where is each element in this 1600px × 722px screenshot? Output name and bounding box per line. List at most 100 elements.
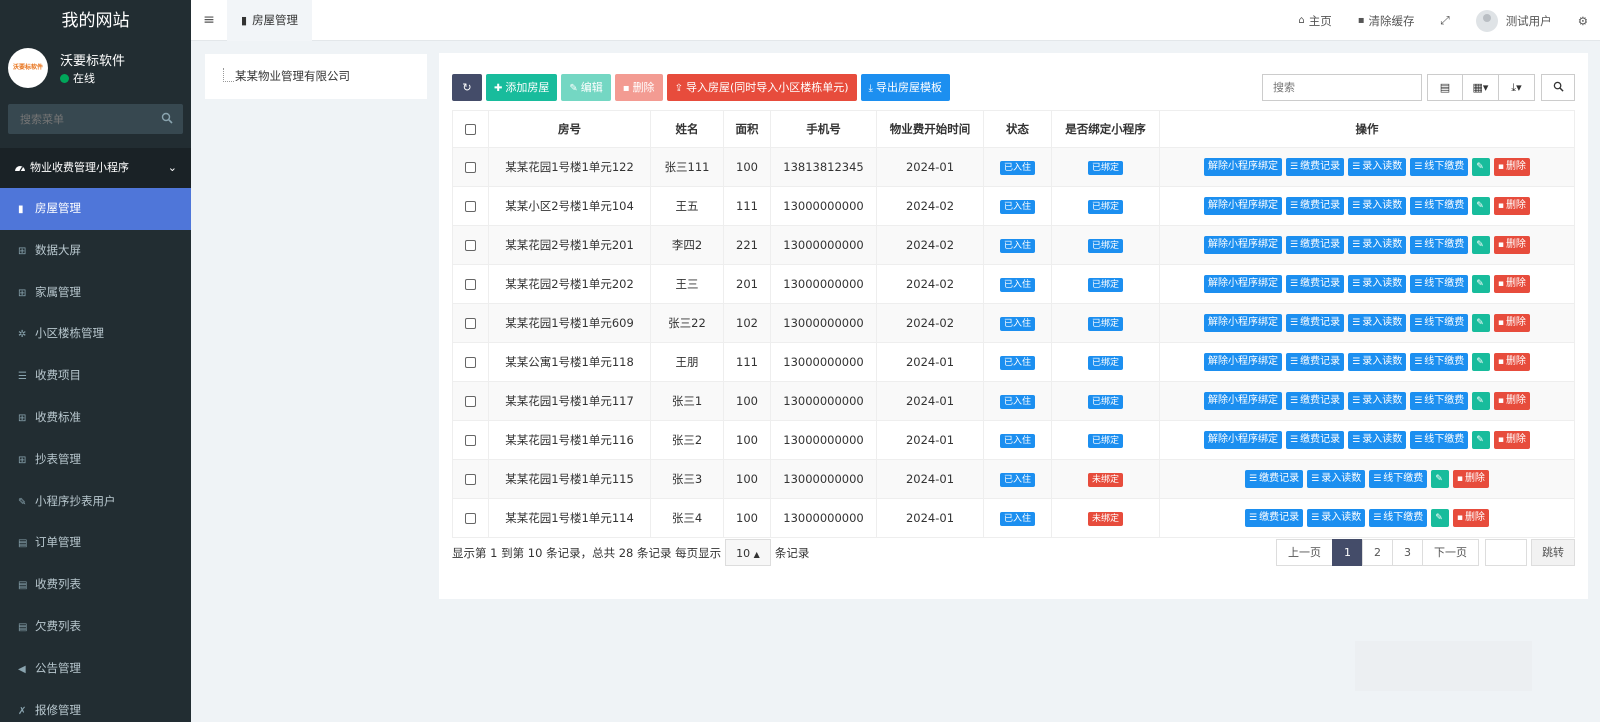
row-edit-button[interactable]: ✎ [1472, 197, 1490, 215]
row-edit-button[interactable]: ✎ [1431, 470, 1449, 488]
unbind-button[interactable]: 解除小程序绑定 [1204, 392, 1283, 410]
pay-record-button[interactable]: ☰ 缴费记录 [1286, 353, 1345, 371]
offline-pay-button[interactable]: ☰ 线下缴费 [1369, 470, 1428, 488]
row-checkbox[interactable] [465, 357, 476, 368]
table-row[interactable]: 某某花园1号楼1单元114 张三4 100 13000000000 2024-01 已入住… [452, 498, 1575, 538]
offline-pay-button[interactable]: ☰ 线下缴费 [1410, 158, 1469, 176]
meter-reading-button[interactable]: ☰ 录入读数 [1348, 314, 1407, 332]
unbind-button[interactable]: 解除小程序绑定 [1204, 197, 1283, 215]
table-row[interactable]: 某某花园2号楼1单元202 王三 201 13000000000 2024-02 已入住 已… [452, 264, 1575, 304]
header-start[interactable]: 物业费开始时间 [876, 110, 984, 148]
row-checkbox[interactable] [465, 513, 476, 524]
sidebar-item-11[interactable]: ◀ 公告管理 [0, 648, 191, 690]
row-delete-button[interactable]: ▪ 删除 [1452, 509, 1489, 527]
sidebar-item-4[interactable]: ☰ 收费项目 [0, 355, 191, 397]
row-checkbox[interactable] [465, 240, 476, 251]
offline-pay-button[interactable]: ☰ 线下缴费 [1410, 314, 1469, 332]
search-icon[interactable] [161, 112, 173, 124]
menu-group-header[interactable]: 物业收费管理小程序 ⌄ [0, 148, 191, 188]
pay-record-button[interactable]: ☰ 缴费记录 [1286, 158, 1345, 176]
meter-reading-button[interactable]: ☰ 录入读数 [1348, 158, 1407, 176]
meter-reading-button[interactable]: ☰ 录入读数 [1348, 236, 1407, 254]
row-edit-button[interactable]: ✎ [1472, 392, 1490, 410]
offline-pay-button[interactable]: ☰ 线下缴费 [1369, 509, 1428, 527]
delete-button[interactable]: ▪ 删除 [614, 74, 663, 101]
table-search-input[interactable] [1262, 74, 1422, 101]
add-house-button[interactable]: ✚ 添加房屋 [486, 74, 558, 101]
offline-pay-button[interactable]: ☰ 线下缴费 [1410, 353, 1469, 371]
pay-record-button[interactable]: ☰ 缴费记录 [1286, 392, 1345, 410]
jump-button[interactable]: 跳转 [1531, 539, 1575, 566]
row-delete-button[interactable]: ▪ 删除 [1493, 431, 1530, 449]
row-checkbox[interactable] [465, 396, 476, 407]
pay-record-button[interactable]: ☰ 缴费记录 [1245, 470, 1304, 488]
row-edit-button[interactable]: ✎ [1472, 353, 1490, 371]
menu-toggle-icon[interactable]: ≡ [191, 0, 227, 41]
unbind-button[interactable]: 解除小程序绑定 [1204, 431, 1283, 449]
offline-pay-button[interactable]: ☰ 线下缴费 [1410, 392, 1469, 410]
import-button[interactable]: ⇪ 导入房屋(同时导入小区楼栋单元) [666, 74, 857, 101]
row-delete-button[interactable]: ▪ 删除 [1493, 197, 1530, 215]
table-row[interactable]: 某某花园2号楼1单元201 李四2 221 13000000000 2024-02 已入住… [452, 225, 1575, 265]
menu-search-input[interactable] [8, 104, 183, 134]
row-checkbox[interactable] [465, 474, 476, 485]
table-row[interactable]: 某某小区2号楼1单元104 王五 111 13000000000 2024-02 已入住 已… [452, 186, 1575, 226]
pay-record-button[interactable]: ☰ 缴费记录 [1286, 236, 1345, 254]
row-edit-button[interactable]: ✎ [1472, 431, 1490, 449]
prev-page-button[interactable]: 上一页 [1276, 539, 1333, 566]
meter-reading-button[interactable]: ☰ 录入读数 [1348, 392, 1407, 410]
row-checkbox[interactable] [465, 318, 476, 329]
table-row[interactable]: 某某花园1号楼1单元117 张三1 100 13000000000 2024-01 已入住… [452, 381, 1575, 421]
tab-house-management[interactable]: ▮ 房屋管理 [227, 0, 313, 41]
header-phone[interactable]: 手机号 [770, 110, 877, 148]
table-row[interactable]: 某某花园1号楼1单元609 张三22 102 13000000000 2024-02 已入… [452, 303, 1575, 343]
toggle-view-button[interactable]: ▤ [1427, 74, 1463, 101]
row-delete-button[interactable]: ▪ 删除 [1452, 470, 1489, 488]
advanced-search-button[interactable] [1541, 74, 1575, 101]
sidebar-item-2[interactable]: ⊞ 家属管理 [0, 272, 191, 314]
unbind-button[interactable]: 解除小程序绑定 [1204, 353, 1283, 371]
row-delete-button[interactable]: ▪ 删除 [1493, 314, 1530, 332]
export-template-button[interactable]: ⤓ 导出房屋模板 [860, 74, 950, 101]
select-all-checkbox[interactable] [465, 124, 476, 135]
page-3-button[interactable]: 3 [1392, 539, 1423, 566]
settings-button[interactable]: ⚙ [1578, 14, 1588, 28]
pay-record-button[interactable]: ☰ 缴费记录 [1286, 431, 1345, 449]
sidebar-item-3[interactable]: ✲ 小区楼栋管理 [0, 313, 191, 355]
meter-reading-button[interactable]: ☰ 录入读数 [1348, 431, 1407, 449]
offline-pay-button[interactable]: ☰ 线下缴费 [1410, 236, 1469, 254]
table-row[interactable]: 某某花园1号楼1单元115 张三3 100 13000000000 2024-01 已入住… [452, 459, 1575, 499]
pay-record-button[interactable]: ☰ 缴费记录 [1245, 509, 1304, 527]
refresh-button[interactable]: ↻ [452, 74, 482, 101]
row-edit-button[interactable]: ✎ [1472, 275, 1490, 293]
sidebar-item-12[interactable]: ✗ 报修管理 [0, 690, 191, 722]
export-button[interactable]: ⤓▾ [1498, 74, 1535, 101]
unbind-button[interactable]: 解除小程序绑定 [1204, 314, 1283, 332]
table-row[interactable]: 某某花园1号楼1单元122 张三111 100 13813812345 2024-01 已… [452, 147, 1575, 187]
row-edit-button[interactable]: ✎ [1472, 314, 1490, 332]
row-edit-button[interactable]: ✎ [1431, 509, 1449, 527]
next-page-button[interactable]: 下一页 [1422, 539, 1479, 566]
tree-node-root[interactable]: 某某物业管理有限公司 [223, 68, 350, 84]
home-link[interactable]: ⌂ 主页 [1298, 13, 1331, 29]
row-checkbox[interactable] [465, 279, 476, 290]
columns-button[interactable]: ▦▾ [1462, 74, 1499, 101]
unbind-button[interactable]: 解除小程序绑定 [1204, 158, 1283, 176]
clear-cache-link[interactable]: ▪ 清除缓存 [1358, 13, 1415, 29]
row-edit-button[interactable]: ✎ [1472, 236, 1490, 254]
page-size-select[interactable]: 10 ▲ [725, 539, 771, 566]
offline-pay-button[interactable]: ☰ 线下缴费 [1410, 197, 1469, 215]
row-delete-button[interactable]: ▪ 删除 [1493, 275, 1530, 293]
sidebar-item-6[interactable]: ⊞ 抄表管理 [0, 439, 191, 481]
sidebar-item-7[interactable]: ✎ 小程序抄表用户 [0, 481, 191, 523]
row-edit-button[interactable]: ✎ [1472, 158, 1490, 176]
site-title[interactable]: 我的网站 [0, 0, 191, 42]
row-delete-button[interactable]: ▪ 删除 [1493, 353, 1530, 371]
header-room[interactable]: 房号 [488, 110, 651, 148]
row-checkbox[interactable] [465, 201, 476, 212]
meter-reading-button[interactable]: ☰ 录入读数 [1348, 275, 1407, 293]
pay-record-button[interactable]: ☰ 缴费记录 [1286, 275, 1345, 293]
row-delete-button[interactable]: ▪ 删除 [1493, 158, 1530, 176]
row-delete-button[interactable]: ▪ 删除 [1493, 392, 1530, 410]
meter-reading-button[interactable]: ☰ 录入读数 [1307, 509, 1366, 527]
